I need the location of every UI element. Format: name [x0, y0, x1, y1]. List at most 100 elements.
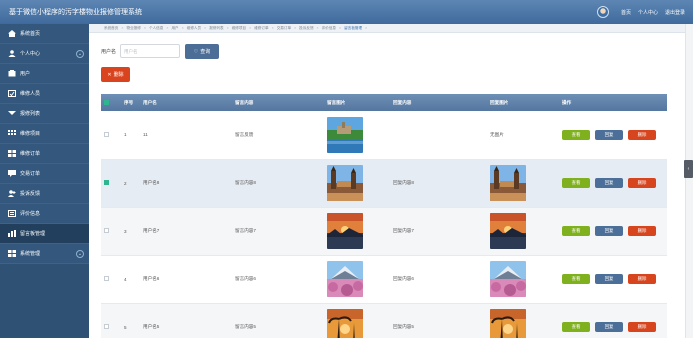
delete-button[interactable]: 删除 [628, 129, 656, 140]
bulk-delete-button[interactable]: ✕ 删除 [101, 67, 130, 82]
row-reply: 回复内容8 [393, 180, 414, 185]
chevron-down-icon[interactable]: ⌄ [76, 250, 84, 258]
column-header: 留言内容 [235, 99, 254, 105]
page-scrollbar[interactable] [685, 24, 693, 338]
message-image[interactable] [327, 261, 363, 297]
tab-trade-orders[interactable]: 交易订单 [277, 26, 291, 31]
sidebar-item-repair-list[interactable]: 报修列表 [0, 104, 89, 124]
sidebar-item-label: 评价信息 [20, 211, 41, 217]
search-button[interactable]: ♡ 查询 [185, 44, 219, 59]
reply-button[interactable]: 回复 [595, 274, 623, 284]
tab-complaints[interactable]: 投诉反馈 [299, 26, 313, 31]
delete-button[interactable]: 删除 [628, 322, 656, 332]
sidebar-item-label: 维修人员 [20, 91, 41, 97]
view-button[interactable]: 查看 [562, 322, 590, 332]
trade-icon [8, 170, 16, 177]
row-reply [390, 111, 487, 159]
sidebar-item-home[interactable]: 系统首页 [0, 24, 89, 44]
sidebar-item-complaints[interactable]: 投诉反馈 [0, 184, 89, 204]
header-links: 首页 个人中心 退出登录 [621, 9, 685, 16]
grid-icon [8, 130, 16, 137]
chevron-down-icon[interactable]: ⌄ [76, 50, 84, 58]
row-checkbox[interactable] [104, 228, 109, 233]
sidebar-item-profile[interactable]: 个人中心 ⌄ [0, 44, 89, 64]
table-row: 3 用户名7 留言内容7 回复内容7 查看 回复 删除 [101, 207, 667, 255]
no-image-text: 无图片 [490, 131, 504, 137]
home-icon [8, 30, 16, 37]
sidebar-item-repair-orders[interactable]: 维修订单 [0, 144, 89, 164]
row-checkbox[interactable] [104, 324, 109, 329]
sidebar-item-trade-orders[interactable]: 交易订单 [0, 164, 89, 184]
sidebar-item-label: 系统首页 [20, 31, 41, 37]
message-table: 序号 用户名 留言内容 留言图片 回复内容 回复图片 操作 1 11 留言反馈 … [101, 94, 667, 338]
view-button[interactable]: 查看 [562, 226, 590, 236]
home-link[interactable]: 首页 [621, 9, 631, 16]
users-icon [8, 70, 16, 77]
reply-button[interactable]: 回复 [595, 129, 623, 140]
breadcrumb: 系统首页 × 物业报修 × 个人信息 × 用户 × 维修人员 × 报修列表 × 维修项目 × … [89, 24, 685, 33]
sidebar-item-users[interactable]: 用户 [0, 64, 89, 84]
row-checkbox[interactable] [104, 276, 109, 281]
bulk-delete-label: 删除 [113, 72, 124, 78]
row-content: 留言内容8 [235, 180, 256, 185]
message-image[interactable] [327, 116, 363, 153]
row-checkbox[interactable] [104, 180, 109, 185]
sidebar-item-label: 留言板管理 [20, 231, 46, 237]
message-image[interactable] [327, 165, 363, 201]
scroll-handle-icon[interactable]: ‹ [684, 160, 693, 178]
column-header: 用户名 [143, 99, 157, 105]
search-input[interactable] [120, 44, 180, 58]
row-reply: 回复内容5 [393, 324, 414, 329]
reply-image[interactable] [490, 261, 526, 297]
delete-button[interactable]: 删除 [628, 178, 656, 188]
tab-repairmen[interactable]: 维修人员 [187, 26, 201, 31]
reply-image[interactable] [490, 213, 526, 249]
message-image[interactable] [327, 213, 363, 249]
reply-button[interactable]: 回复 [595, 322, 623, 332]
row-content: 留言内容5 [235, 324, 256, 329]
tab-repair-items[interactable]: 维修项目 [232, 26, 246, 31]
row-content: 留言内容6 [235, 276, 256, 281]
delete-button[interactable]: 删除 [628, 274, 656, 284]
sidebar-item-message-board[interactable]: 留言板管理 [0, 224, 89, 244]
row-username: 用户名6 [143, 276, 160, 281]
message-image[interactable] [327, 309, 363, 338]
row-content: 留言反馈 [235, 131, 254, 137]
logout-link[interactable]: 退出登录 [665, 9, 685, 16]
column-header: 回复图片 [490, 99, 509, 105]
sidebar-item-system[interactable]: 系统管理 ⌄ [0, 244, 89, 264]
profile-link[interactable]: 个人中心 [638, 9, 658, 16]
row-username: 11 [143, 132, 148, 138]
tab-home[interactable]: 系统首页 [104, 26, 118, 31]
wrench-icon [8, 90, 16, 97]
view-button[interactable]: 查看 [562, 178, 590, 188]
reply-image[interactable] [490, 309, 526, 338]
sidebar-item-repairmen[interactable]: 维修人员 [0, 84, 89, 104]
reply-image[interactable] [490, 165, 526, 201]
complaint-icon [8, 190, 16, 197]
reply-button[interactable]: 回复 [595, 226, 623, 236]
tab-property-repair[interactable]: 物业报修 [126, 26, 140, 31]
avatar[interactable] [597, 6, 609, 18]
tab-message-board[interactable]: 留言板管理 [344, 26, 362, 31]
tab-ratings[interactable]: 评价信息 [322, 26, 336, 31]
sidebar-item-ratings[interactable]: 评价信息 [0, 204, 89, 224]
tab-users[interactable]: 用户 [171, 26, 178, 31]
tab-personal-info[interactable]: 个人信息 [149, 26, 163, 31]
row-reply: 回复内容7 [393, 228, 414, 233]
heart-icon: ♡ [193, 48, 199, 55]
row-checkbox[interactable] [104, 131, 109, 137]
sidebar-item-repair-items[interactable]: 维修项目 [0, 124, 89, 144]
reply-button[interactable]: 回复 [595, 178, 623, 188]
table-row: 5 用户名5 留言内容5 回复内容5 查看 回复 删除 [101, 303, 667, 338]
message-icon [8, 230, 16, 237]
view-button[interactable]: 查看 [562, 129, 590, 140]
tab-repair-list[interactable]: 报修列表 [209, 26, 223, 31]
table-header: 序号 用户名 留言内容 留言图片 回复内容 回复图片 操作 [101, 94, 667, 111]
delete-button[interactable]: 删除 [628, 226, 656, 236]
tab-repair-orders[interactable]: 维修订单 [254, 26, 268, 31]
view-button[interactable]: 查看 [562, 274, 590, 284]
order-icon [8, 150, 16, 157]
select-all-checkbox[interactable] [104, 99, 109, 105]
sidebar-item-label: 维修项目 [20, 131, 41, 137]
